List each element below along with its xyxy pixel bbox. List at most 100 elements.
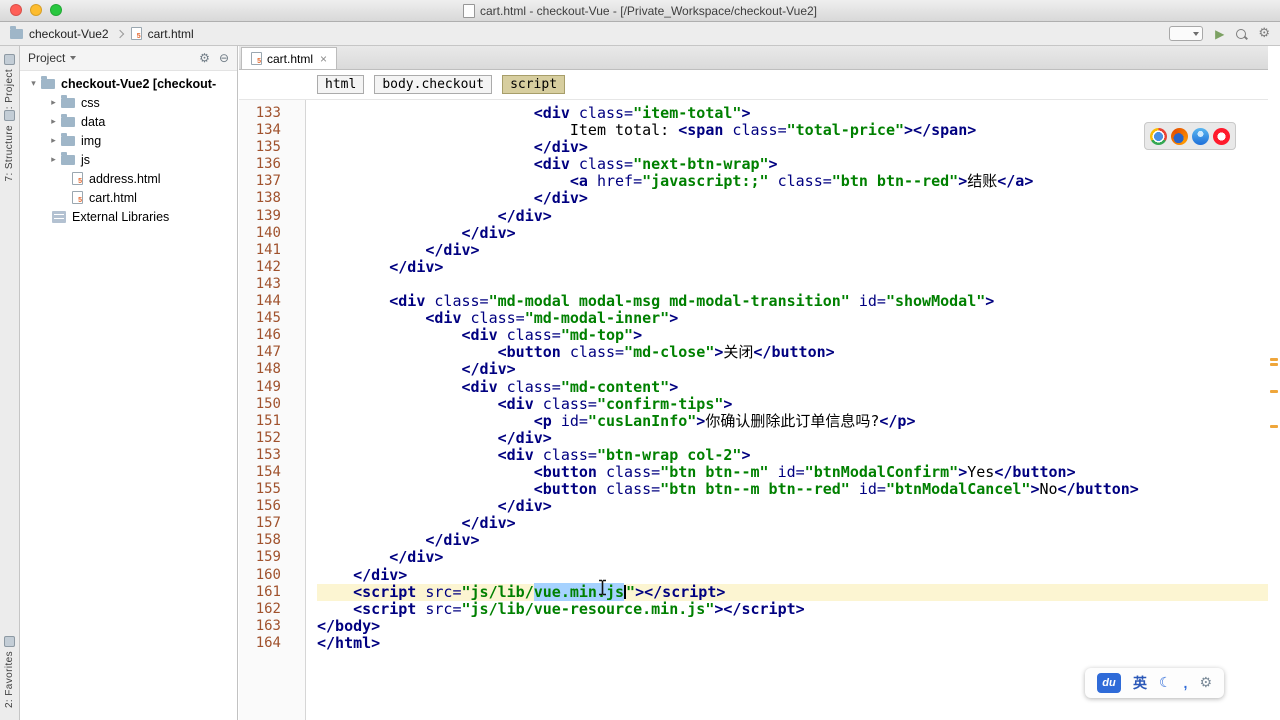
moon-icon[interactable]: ☾	[1159, 676, 1172, 690]
code-line[interactable]: <div class="next-btn-wrap">	[317, 156, 1268, 173]
nav-project[interactable]: checkout-Vue2	[29, 27, 109, 41]
close-icon[interactable]: ×	[320, 53, 327, 65]
tree-item-label: checkout-Vue2 [checkout-	[61, 76, 217, 91]
nav-file[interactable]: cart.html	[148, 27, 194, 41]
gear-icon[interactable]: ⚙	[1199, 676, 1212, 690]
code-line[interactable]: </div>	[317, 498, 1268, 515]
scrollbar-marker[interactable]	[1270, 390, 1278, 393]
line-number: 141	[255, 241, 281, 258]
breadcrumb-html[interactable]: html	[317, 75, 365, 94]
code-line[interactable]: Item total: <span class="total-price"></…	[317, 122, 1268, 139]
code-line[interactable]: <script src="js/lib/vue.min.js "></script…	[317, 582, 1268, 601]
scrollbar-marker[interactable]	[1270, 358, 1278, 361]
code-line[interactable]	[317, 276, 1268, 293]
project-tree: ▾ checkout-Vue2 [checkout- ▸ css ▸ data …	[20, 71, 237, 226]
chevron-right-icon[interactable]: ▸	[48, 136, 59, 146]
scrollbar-marker[interactable]	[1270, 363, 1278, 366]
code-token: "confirm-tips"	[596, 394, 724, 413]
code-line[interactable]: <a href="javascript:;" class="btn btn--r…	[317, 173, 1268, 190]
close-window-button[interactable]	[10, 4, 22, 16]
tree-item-address-html[interactable]: address.html	[20, 169, 237, 188]
code-line[interactable]: <button class="btn btn--m btn--red" id="…	[317, 481, 1268, 498]
panel-title[interactable]: Project	[28, 51, 65, 65]
tool-button-label: 2: Favorites	[4, 650, 15, 708]
code-line[interactable]: <div class="btn-wrap col-2">	[317, 446, 1268, 464]
tool-button-favorites[interactable]: 2: Favorites	[0, 635, 19, 708]
document-icon	[462, 3, 475, 18]
tree-item-cart-html[interactable]: cart.html	[20, 188, 237, 207]
code-line[interactable]: </div>	[317, 139, 1268, 156]
line-number: 149	[255, 378, 281, 395]
code-token: "md-content"	[560, 377, 670, 396]
code-line[interactable]: <script src="js/lib/vue-resource.min.js"…	[317, 600, 1268, 618]
code-token: Item total:	[569, 121, 679, 140]
ime-punctuation-toggle[interactable]: ,	[1184, 675, 1188, 691]
minimize-window-button[interactable]	[30, 4, 42, 16]
ime-language-toggle[interactable]: 英	[1133, 673, 1147, 693]
chevron-right-icon[interactable]: ▸	[48, 155, 59, 165]
tool-button-structure[interactable]: 7: Structure	[0, 110, 19, 182]
firefox-icon[interactable]	[1171, 127, 1188, 145]
collapse-all-icon[interactable]: ⊖	[219, 52, 229, 64]
run-icon[interactable]: ▶	[1215, 28, 1224, 40]
code-line[interactable]: <div class="md-modal modal-msg md-modal-…	[317, 292, 1268, 311]
code-line[interactable]: <button class="md-close">关闭</button>	[317, 344, 1268, 361]
tool-button-project[interactable]: 1: Project	[0, 54, 19, 115]
code-line[interactable]: </div>	[317, 532, 1268, 549]
tree-item-label: css	[81, 95, 100, 110]
safari-icon[interactable]	[1192, 127, 1209, 145]
line-number: 133	[255, 105, 281, 121]
chevron-down-icon[interactable]: ▾	[28, 79, 39, 89]
search-icon[interactable]	[1236, 28, 1247, 39]
code-line[interactable]: </div>	[317, 566, 1268, 584]
code-line[interactable]: <div class="item-total">	[317, 104, 1268, 122]
code-editor[interactable]: 133 134 135 136 137 138 139 140 141 142 143 144 145 1…	[239, 100, 1280, 720]
baidu-ime-icon[interactable]: du	[1096, 673, 1121, 693]
settings-icon[interactable]: ⚙	[1258, 27, 1270, 40]
chevron-right-icon[interactable]: ▸	[48, 117, 59, 127]
code-line[interactable]: </div>	[317, 241, 1268, 259]
zoom-window-button[interactable]	[50, 4, 62, 16]
chevron-down-icon[interactable]	[70, 56, 77, 60]
scrollbar-marker[interactable]	[1270, 425, 1278, 428]
opera-icon[interactable]	[1213, 127, 1230, 145]
code-line[interactable]: </html>	[317, 634, 1268, 652]
error-stripe[interactable]	[1268, 46, 1280, 720]
gear-icon[interactable]: ⚙	[199, 52, 210, 64]
code-line[interactable]: </div>	[317, 190, 1268, 207]
code-token: </div>	[461, 223, 516, 242]
code-line[interactable]: </div>	[317, 549, 1268, 566]
code-token: <div	[425, 309, 471, 328]
code-line[interactable]: </div>	[317, 429, 1268, 447]
structure-tool-icon	[4, 110, 15, 121]
breadcrumb-script[interactable]: script	[502, 75, 566, 94]
run-config-dropdown[interactable]	[1169, 26, 1204, 41]
code-line[interactable]: </div>	[317, 223, 1268, 242]
code-line[interactable]: <div class="md-content">	[317, 377, 1268, 396]
code-token: >	[768, 155, 778, 174]
ime-toolbar[interactable]: du 英 ☾ , ⚙	[1084, 668, 1224, 698]
code-line[interactable]: <div class="md-modal-inner">	[317, 310, 1268, 327]
chevron-right-icon[interactable]: ▸	[48, 98, 59, 108]
tree-item-img[interactable]: ▸ img	[20, 131, 237, 150]
tree-item-label: External Libraries	[72, 209, 170, 224]
code-token: class=	[506, 326, 561, 345]
tree-item-data[interactable]: ▸ data	[20, 112, 237, 131]
tab-cart-html[interactable]: cart.html ×	[241, 47, 338, 69]
tree-item-js[interactable]: ▸ js	[20, 150, 237, 169]
chrome-icon[interactable]	[1150, 127, 1167, 145]
tree-item-css[interactable]: ▸ css	[20, 93, 237, 112]
tree-item-root[interactable]: ▾ checkout-Vue2 [checkout-	[20, 74, 237, 93]
code-line[interactable]: <p id="cusLanInfo">你确认删除此订单信息吗?</p>	[317, 412, 1268, 430]
code-line[interactable]: </div>	[317, 515, 1268, 532]
code-line[interactable]: </div>	[317, 361, 1268, 378]
code-line[interactable]: <div class="md-top">	[317, 327, 1268, 344]
code-line[interactable]: </div>	[317, 258, 1268, 276]
code-token: "showModal"	[885, 292, 986, 311]
code-line[interactable]: </div>	[317, 207, 1268, 225]
breadcrumb-body-checkout[interactable]: body.checkout	[374, 75, 493, 94]
tree-item-external-libraries[interactable]: External Libraries	[20, 207, 237, 226]
code-line[interactable]: <div class="confirm-tips">	[317, 394, 1268, 413]
code-line[interactable]: <button class="btn btn--m" id="btnModalC…	[317, 463, 1268, 481]
code-line[interactable]: </body>	[317, 617, 1268, 635]
